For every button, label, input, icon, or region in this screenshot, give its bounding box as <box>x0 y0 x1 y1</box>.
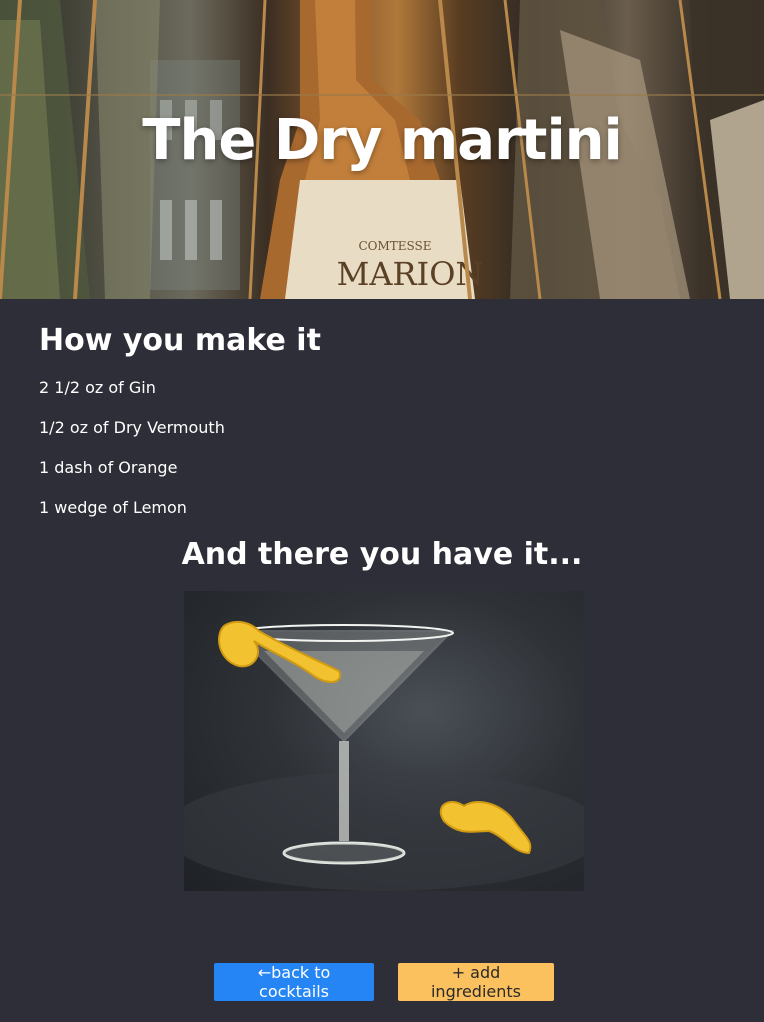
ingredient-item: 1 dash of Orange <box>39 458 178 477</box>
back-to-cocktails-button[interactable]: ←back to cocktails <box>214 963 374 1001</box>
hero-banner: COMTESSE MARION The Dry martini <box>0 0 764 299</box>
recipe-heading: How you make it <box>39 323 321 358</box>
result-heading: And there you have it... <box>181 537 583 572</box>
page-title: The Dry martini <box>142 108 622 173</box>
add-ingredients-button[interactable]: + add ingredients <box>398 963 554 1001</box>
martini-glass-image <box>184 620 584 891</box>
martini-photo <box>184 591 584 891</box>
bottle-label-brand: COMTESSE <box>358 239 431 253</box>
ingredient-item: 2 1/2 oz of Gin <box>39 378 156 397</box>
ingredient-list: 2 1/2 oz of Gin 1/2 oz of Dry Vermouth 1… <box>39 377 225 537</box>
ingredient-item: 1 wedge of Lemon <box>39 498 187 517</box>
bottle-label-name: MARION <box>337 255 484 293</box>
ingredient-item: 1/2 oz of Dry Vermouth <box>39 418 225 437</box>
